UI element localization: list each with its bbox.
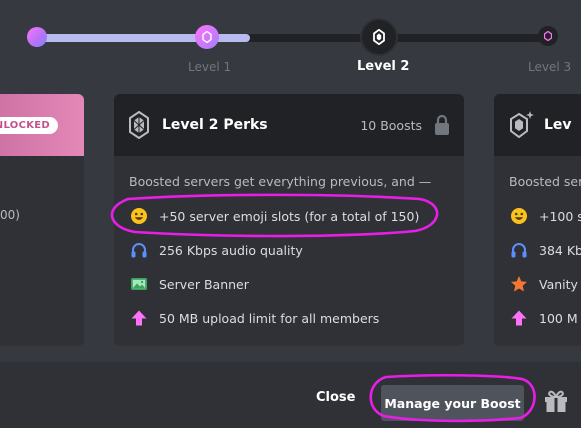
perk-audio-quality: 256 Kbps audio quality [129, 233, 449, 267]
perk-text: 384 Kb [539, 242, 581, 258]
card-body: Boosted servers get everything previous,… [114, 156, 464, 335]
perk-text-fragment: 00) [0, 208, 20, 222]
gem-icon [544, 31, 552, 41]
perks-intro: Boosted ser [509, 174, 581, 189]
manage-boost-button[interactable]: Manage your Boost [381, 385, 524, 421]
level-3-label[interactable]: Level 3 [528, 60, 571, 74]
perk-text: +50 server emoji slots (for a total of 1… [159, 208, 420, 224]
gem-icon [373, 29, 385, 45]
headphones-icon [129, 240, 149, 260]
progress-start-node [27, 27, 47, 47]
card-title: Level 2 Perks [162, 117, 268, 133]
level-3-node[interactable] [538, 26, 558, 46]
unlocked-badge: UNLOCKED [0, 116, 58, 134]
perk-emoji-slots: +100 s [509, 199, 581, 233]
card-header: UNLOCKED [0, 94, 84, 156]
perk-text: Vanity [539, 276, 578, 292]
level-3-perks-card: Lev Boosted ser +100 s 384 Kb Vanity 100… [494, 94, 581, 346]
perk-upload-limit: 100 M [509, 301, 581, 335]
sparkle-gem-icon [510, 111, 534, 139]
perk-text: 100 M [539, 310, 578, 326]
perk-text: +100 s [539, 208, 581, 224]
boost-levels-modal: Level 1 Level 2 Level 3 UNLOCKED 00) Lev… [0, 0, 581, 428]
level-1-label[interactable]: Level 1 [188, 60, 231, 74]
lock-icon [435, 114, 449, 135]
level-2-node[interactable] [360, 18, 398, 56]
card-title: Lev [544, 117, 572, 133]
image-banner-icon [129, 274, 149, 294]
perk-vanity-url: Vanity [509, 267, 581, 301]
headphones-icon [509, 240, 529, 260]
emoji-smile-icon [129, 206, 149, 226]
card-header: Level 2 Perks 10 Boosts [114, 94, 464, 156]
boost-count: 10 Boosts [360, 117, 422, 133]
upload-arrow-icon [129, 308, 149, 328]
level-2-label[interactable]: Level 2 [357, 59, 409, 74]
perk-text: Server Banner [159, 276, 249, 292]
star-icon [509, 274, 529, 294]
close-button[interactable]: Close [316, 390, 355, 405]
card-body: Boosted ser +100 s 384 Kb Vanity 100 M [494, 156, 581, 335]
gift-icon[interactable] [543, 388, 569, 414]
upload-arrow-icon [509, 308, 529, 328]
level-2-perks-card: Level 2 Perks 10 Boosts Boosted servers … [114, 94, 464, 346]
level-1-node[interactable] [195, 25, 219, 49]
emoji-smile-icon [509, 206, 529, 226]
perk-text: 256 Kbps audio quality [159, 242, 303, 258]
perk-server-banner: Server Banner [129, 267, 449, 301]
perk-emoji-slots: +50 server emoji slots (for a total of 1… [129, 199, 449, 233]
perks-intro: Boosted servers get everything previous,… [129, 174, 432, 189]
boost-gem-icon [129, 111, 149, 139]
card-header: Lev [494, 94, 581, 156]
perk-upload-limit: 50 MB upload limit for all members [129, 301, 449, 335]
level-1-perks-card: UNLOCKED 00) [0, 94, 84, 346]
perk-audio-quality: 384 Kb [509, 233, 581, 267]
perk-text: 50 MB upload limit for all members [159, 310, 380, 326]
gem-icon [202, 31, 212, 43]
